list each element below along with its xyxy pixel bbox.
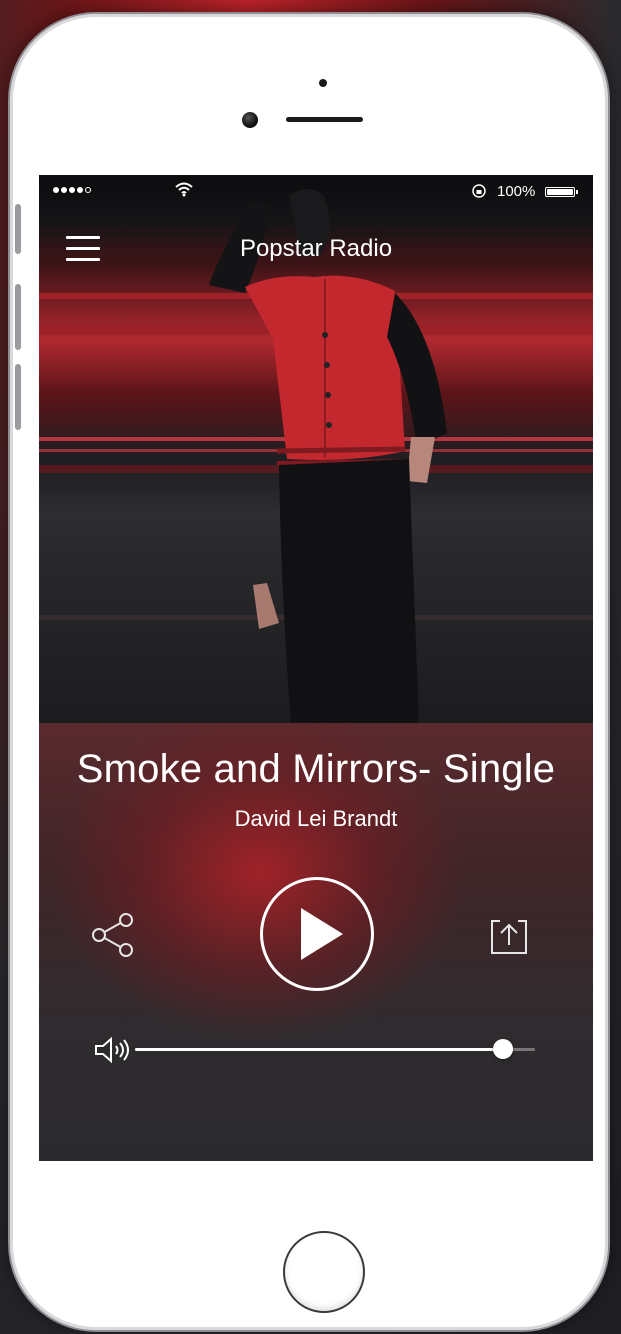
- battery-percent: 100%: [497, 183, 536, 200]
- proximity-sensor: [319, 79, 327, 87]
- page-title: Popstar Radio: [239, 235, 393, 262]
- front-camera: [242, 112, 258, 128]
- volume-up-button: [15, 284, 21, 350]
- artist-name: David Lei Brandt: [234, 806, 398, 831]
- volume-slider[interactable]: [135, 1039, 535, 1059]
- export-icon[interactable]: [488, 913, 530, 957]
- battery-icon: [545, 187, 578, 197]
- volume-down-button: [15, 364, 21, 430]
- song-title: Smoke and Mirrors- Single: [76, 747, 556, 791]
- mute-switch: [15, 204, 21, 254]
- home-button[interactable]: [283, 1231, 365, 1313]
- volume-fill: [135, 1048, 503, 1051]
- share-icon[interactable]: [90, 912, 138, 958]
- speaker-icon: [95, 1036, 129, 1064]
- status-bar: 100%: [39, 175, 593, 207]
- wifi-icon: [175, 182, 193, 197]
- earpiece-speaker: [286, 117, 363, 122]
- app-screen: 100% Popstar Radio Smoke and Mirrors- Si…: [39, 175, 593, 1161]
- rotation-lock-icon: [472, 184, 486, 198]
- signal-strength-icon: [53, 187, 91, 193]
- play-button[interactable]: [260, 877, 374, 991]
- play-icon: [301, 908, 343, 960]
- volume-thumb[interactable]: [493, 1039, 513, 1059]
